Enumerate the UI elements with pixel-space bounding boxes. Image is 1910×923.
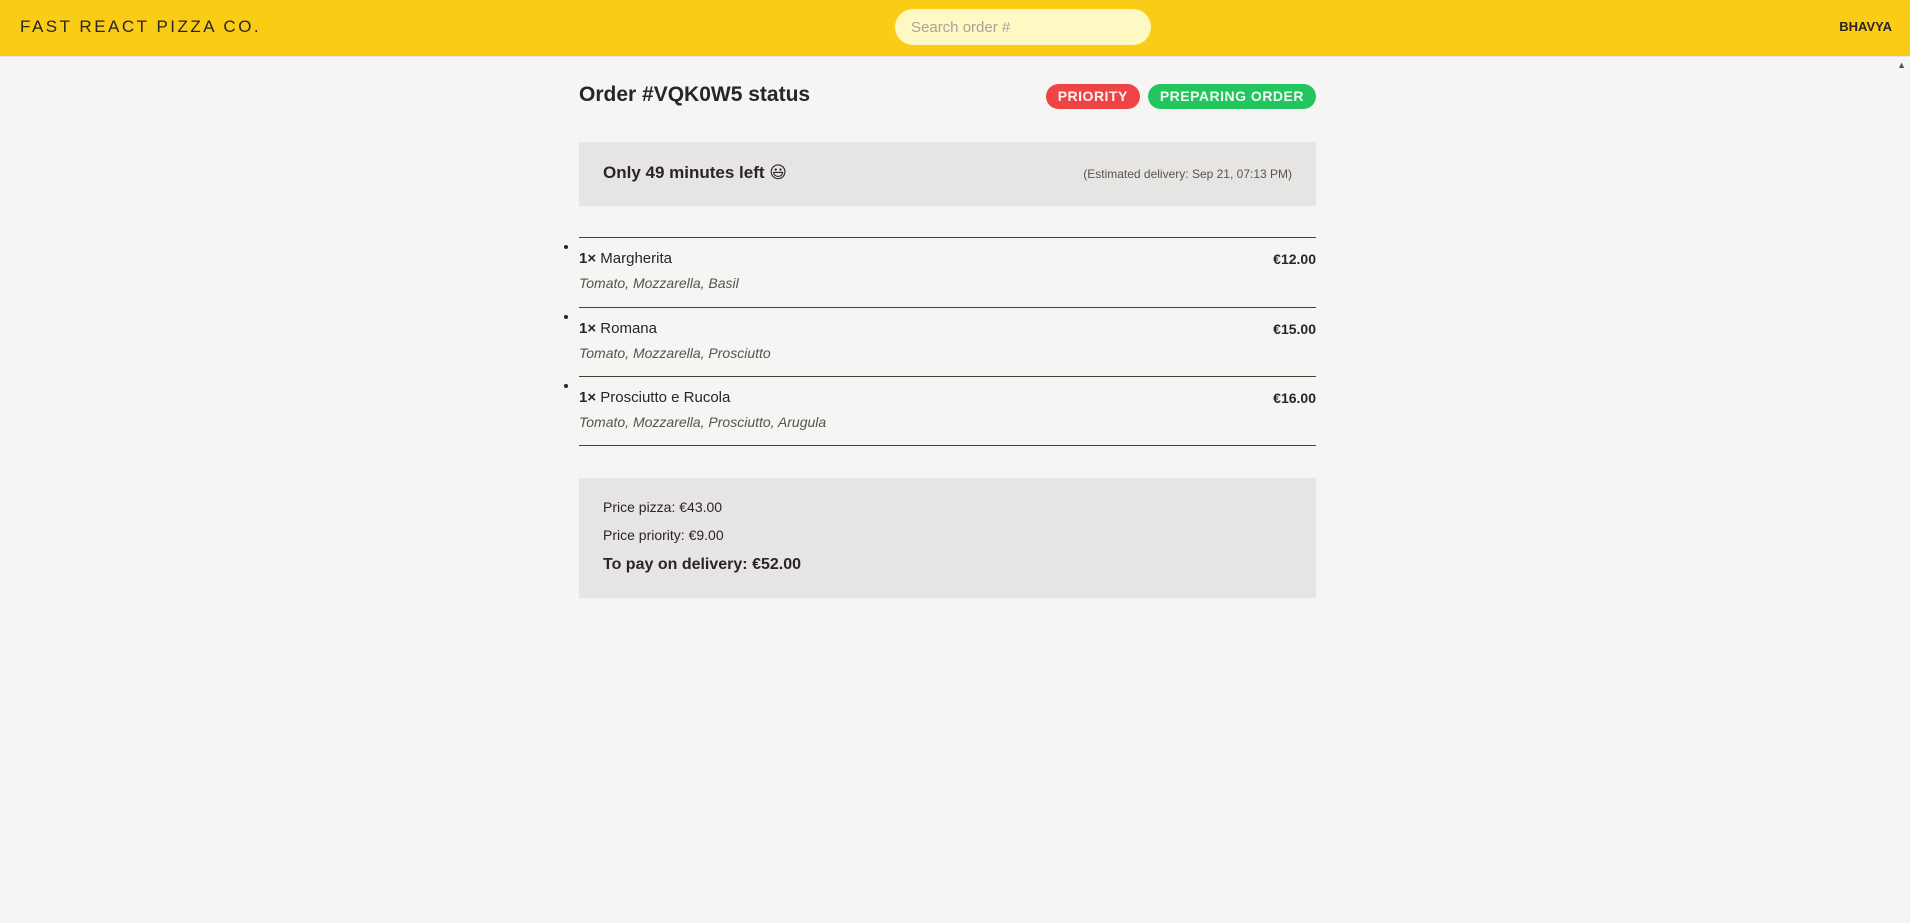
item-title: Prosciutto e Rucola: [600, 389, 731, 406]
item-title: Romana: [600, 320, 657, 337]
app-header: Fast React Pizza Co. Bhavya: [0, 0, 1910, 57]
to-pay-total: To pay on delivery: €52.00: [603, 556, 802, 573]
estimated-delivery: (Estimated delivery: Sep 21, 07:13 PM): [1083, 167, 1292, 181]
price-pizza: Price pizza: €43.00: [603, 499, 723, 515]
list-item: 1× Romana Tomato, Mozzarella, Prosciutto…: [579, 307, 1316, 376]
priority-badge: Priority: [1045, 84, 1140, 109]
item-qty: 1×: [579, 250, 597, 267]
scroll-up-arrow-icon[interactable]: ▲: [1897, 60, 1906, 70]
item-qty: 1×: [579, 320, 597, 337]
item-name: 1× Prosciutto e Rucola: [579, 389, 730, 406]
logo-link[interactable]: Fast React Pizza Co.: [20, 17, 261, 37]
status-badge: Preparing order: [1147, 84, 1316, 109]
item-ingredients: Tomato, Mozzarella, Basil: [579, 275, 739, 291]
item-price: €12.00: [1273, 251, 1316, 267]
item-price: €16.00: [1273, 390, 1316, 406]
search-order-input[interactable]: [895, 9, 1151, 45]
username: Bhavya: [1839, 19, 1892, 34]
order-title: Order #VQK0W5 status: [579, 83, 811, 106]
item-name: 1× Margherita: [579, 250, 672, 267]
price-priority: Price priority: €9.00: [603, 527, 724, 543]
delivery-estimate-panel: Only 49 minutes left 😃 (Estimated delive…: [579, 142, 1316, 206]
item-price: €15.00: [1273, 321, 1316, 337]
item-ingredients: Tomato, Mozzarella, Prosciutto, Arugula: [579, 414, 827, 430]
list-item: 1× Margherita Tomato, Mozzarella, Basil …: [579, 238, 1316, 307]
item-ingredients: Tomato, Mozzarella, Prosciutto: [579, 345, 771, 361]
item-title: Margherita: [600, 250, 672, 267]
item-qty: 1×: [579, 389, 597, 406]
list-item: 1× Prosciutto e Rucola Tomato, Mozzarell…: [579, 376, 1316, 445]
time-left: Only 49 minutes left 😃: [603, 163, 787, 182]
order-items-list: 1× Margherita Tomato, Mozzarella, Basil …: [579, 237, 1316, 446]
price-summary-panel: Price pizza: €43.00 Price priority: €9.0…: [579, 478, 1316, 598]
item-name: 1× Romana: [579, 320, 657, 337]
order-badges: Priority Preparing order: [1045, 84, 1316, 109]
